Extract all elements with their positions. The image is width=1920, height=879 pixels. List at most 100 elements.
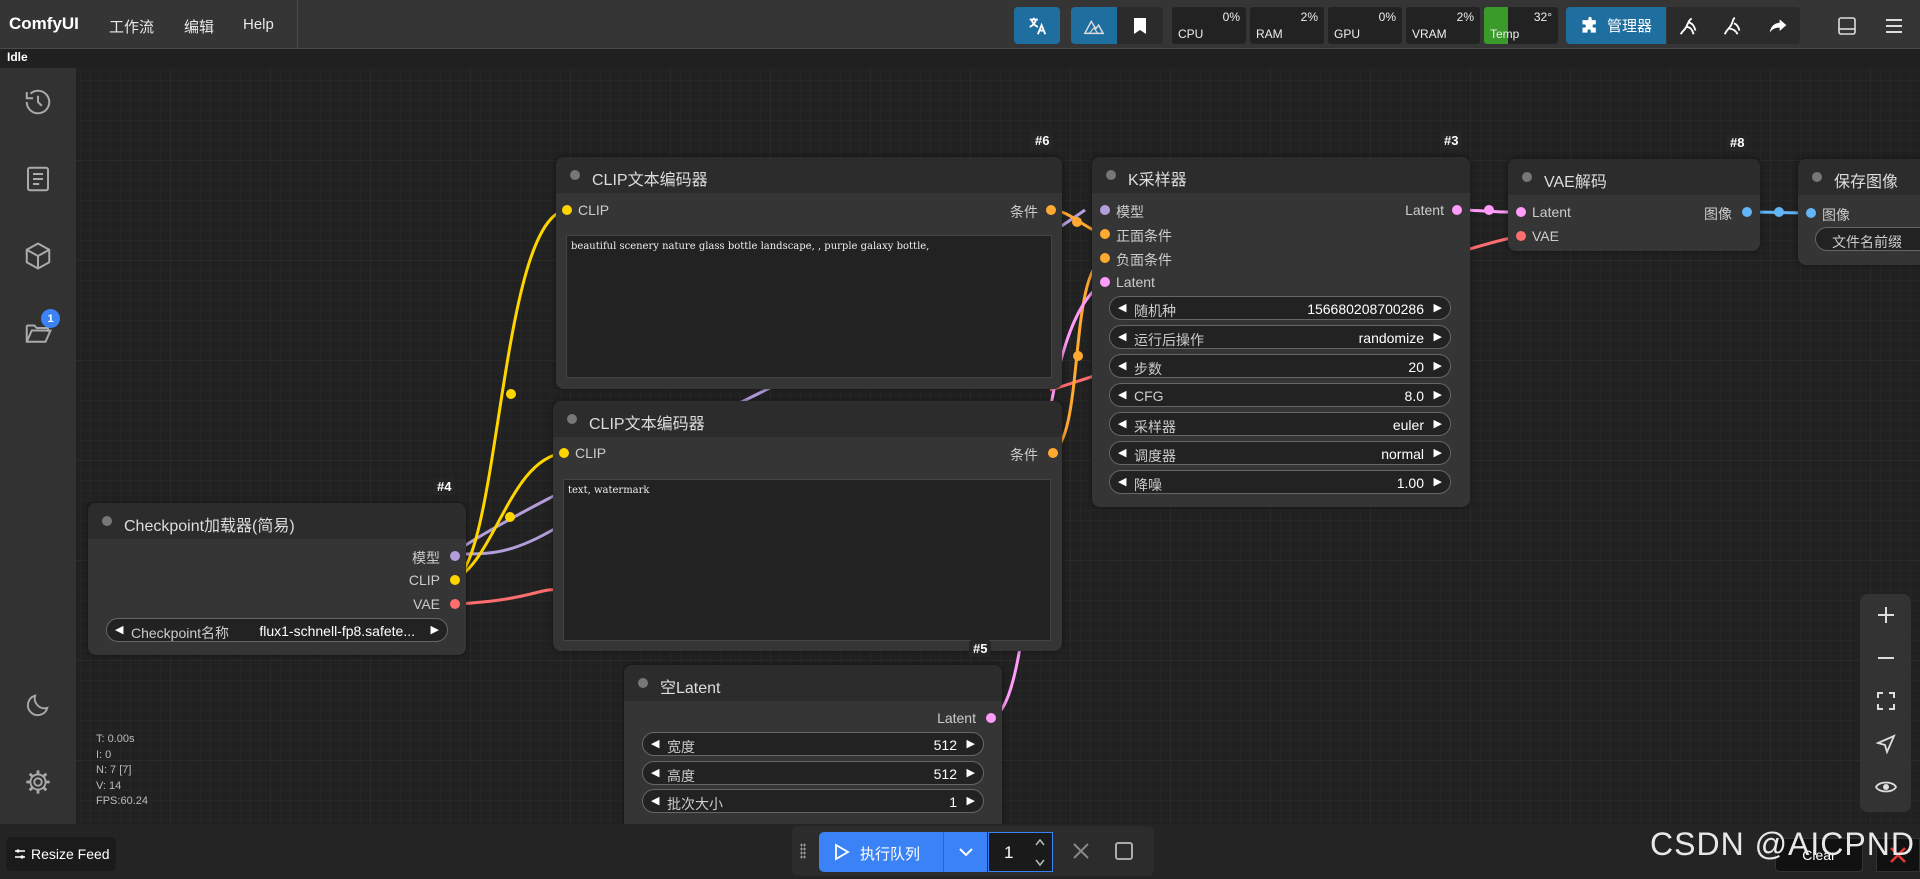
output-slot-dot[interactable] <box>986 713 996 723</box>
decrement-arrow-icon[interactable]: ◀ <box>1118 475 1126 488</box>
select-mode-button[interactable] <box>1873 731 1899 757</box>
chevron-up-icon[interactable] <box>1034 837 1046 847</box>
decrement-arrow-icon[interactable]: ◀ <box>1118 301 1126 314</box>
panel-toggle-button[interactable] <box>1825 7 1869 44</box>
widget-steps[interactable]: ◀ 步数 20 ▶ <box>1109 354 1451 378</box>
increment-arrow-icon[interactable]: ▶ <box>967 737 975 750</box>
translate-button[interactable] <box>1014 7 1060 44</box>
output-slot-dot[interactable] <box>1742 207 1752 217</box>
widget-seed[interactable]: ◀ 随机种 156680208700286 ▶ <box>1109 296 1451 320</box>
widget-checkpoint-name[interactable]: ◀ Checkpoint名称 flux1-schnell-fp8.safete...… <box>106 618 448 642</box>
output-slot-dot[interactable] <box>450 575 460 585</box>
input-slot-dot[interactable] <box>1100 205 1110 215</box>
decrement-arrow-icon[interactable]: ◀ <box>1118 417 1126 430</box>
decrement-arrow-icon[interactable]: ◀ <box>651 737 659 750</box>
node-header[interactable]: 保存图像 <box>1798 159 1920 195</box>
settings-button[interactable] <box>21 765 55 799</box>
batch-count-input[interactable]: 1 <box>988 832 1053 872</box>
widget-width[interactable]: ◀ 宽度 512 ▶ <box>642 732 984 756</box>
input-slot-dot[interactable] <box>1806 208 1816 218</box>
decrement-arrow-icon[interactable]: ◀ <box>1118 330 1126 343</box>
zoom-in-button[interactable] <box>1873 602 1899 628</box>
prompt-textarea-positive[interactable]: beautiful scenery nature glass bottle la… <box>566 235 1052 378</box>
widget-filename-prefix[interactable]: 文件名前缀 <box>1815 227 1920 251</box>
node-clip-text-encode-negative[interactable]: CLIP文本编码器 CLIP 条件 text, watermark <box>553 401 1062 651</box>
node-library-button[interactable] <box>1071 7 1117 44</box>
node-header[interactable]: Checkpoint加载器(简易) <box>88 503 466 539</box>
output-slot-dot[interactable] <box>1046 205 1056 215</box>
decrement-arrow-icon[interactable]: ◀ <box>1118 388 1126 401</box>
decrement-arrow-icon[interactable]: ◀ <box>1118 359 1126 372</box>
increment-arrow-icon[interactable]: ▶ <box>1434 417 1442 430</box>
sidebar-model-library[interactable] <box>21 239 55 273</box>
resize-feed-button[interactable]: Resize Feed <box>6 837 116 871</box>
input-slot-dot[interactable] <box>1100 253 1110 263</box>
node-clip-text-encode-positive[interactable]: CLIP文本编码器 CLIP 条件 beautiful scenery natu… <box>556 157 1062 389</box>
sidebar-queue-history[interactable] <box>21 85 55 119</box>
input-slot-dot[interactable] <box>559 448 569 458</box>
node-checkpoint-loader[interactable]: Checkpoint加载器(简易) 模型 CLIP VAE ◀ Checkpoin… <box>88 503 466 655</box>
node-header[interactable]: K采样器 <box>1092 157 1470 193</box>
cancel-queue-button[interactable] <box>1070 840 1092 867</box>
increment-arrow-icon[interactable]: ▶ <box>967 794 975 807</box>
decrement-arrow-icon[interactable]: ◀ <box>115 623 123 636</box>
input-slot-dot[interactable] <box>562 205 572 215</box>
widget-scheduler[interactable]: ◀ 调度器 normal ▶ <box>1109 441 1451 465</box>
run-mode-dropdown[interactable] <box>943 832 987 872</box>
node-save-image[interactable]: 保存图像 图像 文件名前缀 <box>1798 159 1920 265</box>
collapse-dot[interactable] <box>102 516 112 526</box>
app-brand[interactable]: ComfyUI <box>9 14 79 34</box>
output-slot-dot[interactable] <box>1452 205 1462 215</box>
input-slot-dot[interactable] <box>1100 277 1110 287</box>
node-header[interactable]: CLIP文本编码器 <box>556 157 1062 193</box>
input-slot-dot[interactable] <box>1516 207 1526 217</box>
menu-help[interactable]: Help <box>243 16 274 33</box>
widget-denoise[interactable]: ◀ 降噪 1.00 ▶ <box>1109 470 1451 494</box>
input-slot-dot[interactable] <box>1100 229 1110 239</box>
hamburger-menu-button[interactable] <box>1872 7 1916 44</box>
custom-nodes-button[interactable] <box>1711 7 1755 44</box>
bookmark-button[interactable] <box>1117 7 1163 44</box>
model-download-button[interactable] <box>1667 7 1711 44</box>
increment-arrow-icon[interactable]: ▶ <box>1434 301 1442 314</box>
menu-edit[interactable]: 编辑 <box>184 16 214 37</box>
collapse-dot[interactable] <box>1522 172 1532 182</box>
zoom-out-button[interactable] <box>1873 645 1899 671</box>
increment-arrow-icon[interactable]: ▶ <box>1434 388 1442 401</box>
node-header[interactable]: 空Latent <box>624 665 1002 701</box>
increment-arrow-icon[interactable]: ▶ <box>431 623 439 636</box>
chevron-down-icon[interactable] <box>1034 858 1046 868</box>
collapse-dot[interactable] <box>1812 172 1822 182</box>
increment-arrow-icon[interactable]: ▶ <box>1434 330 1442 343</box>
decrement-arrow-icon[interactable]: ◀ <box>1118 446 1126 459</box>
input-slot-dot[interactable] <box>1516 231 1526 241</box>
output-slot-dot[interactable] <box>450 599 460 609</box>
widget-control-after-generate[interactable]: ◀ 运行后操作 randomize ▶ <box>1109 325 1451 349</box>
widget-sampler[interactable]: ◀ 采样器 euler ▶ <box>1109 412 1451 436</box>
decrement-arrow-icon[interactable]: ◀ <box>651 766 659 779</box>
menu-workflow[interactable]: 工作流 <box>109 16 154 37</box>
increment-arrow-icon[interactable]: ▶ <box>967 766 975 779</box>
collapse-dot[interactable] <box>638 678 648 688</box>
increment-arrow-icon[interactable]: ▶ <box>1434 359 1442 372</box>
share-button[interactable] <box>1755 7 1800 44</box>
stop-button[interactable] <box>1114 841 1134 866</box>
output-slot-dot[interactable] <box>1048 448 1058 458</box>
prompt-textarea-negative[interactable]: text, watermark <box>563 479 1051 641</box>
widget-height[interactable]: ◀ 高度 512 ▶ <box>642 761 984 785</box>
sidebar-node-library[interactable] <box>21 162 55 196</box>
node-empty-latent[interactable]: 空Latent Latent ◀ 宽度 512 ▶ ◀ 高度 512 ▶ ◀ 批次大小 1 ▶ <box>624 665 1002 824</box>
collapse-dot[interactable] <box>570 170 580 180</box>
increment-arrow-icon[interactable]: ▶ <box>1434 446 1442 459</box>
node-header[interactable]: CLIP文本编码器 <box>553 401 1062 437</box>
node-ksampler[interactable]: K采样器 模型 正面条件 负面条件 Latent Latent ◀ 随机种 1566… <box>1092 157 1470 507</box>
drag-handle-icon[interactable] <box>800 843 806 859</box>
toggle-links-button[interactable] <box>1873 774 1899 800</box>
widget-cfg[interactable]: ◀ CFG 8.0 ▶ <box>1109 383 1451 407</box>
increment-arrow-icon[interactable]: ▶ <box>1434 475 1442 488</box>
node-vae-decode[interactable]: VAE解码 Latent VAE 图像 <box>1508 159 1760 251</box>
collapse-dot[interactable] <box>1106 170 1116 180</box>
theme-toggle-button[interactable] <box>21 688 55 722</box>
node-header[interactable]: VAE解码 <box>1508 159 1760 195</box>
decrement-arrow-icon[interactable]: ◀ <box>651 794 659 807</box>
